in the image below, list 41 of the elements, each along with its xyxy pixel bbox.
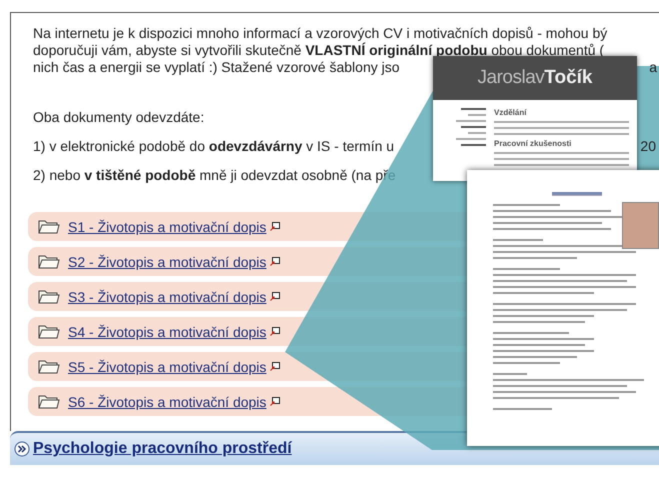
folder-icon (38, 253, 60, 270)
folder-icon (38, 218, 60, 235)
text-line (493, 362, 560, 364)
cv-name: JaroslavTočík (478, 67, 592, 89)
text-line (493, 408, 552, 410)
folder-icon (38, 323, 60, 340)
photo-placeholder (622, 202, 659, 249)
external-link-icon (270, 397, 280, 406)
text-line (493, 239, 544, 241)
text-line (456, 138, 486, 140)
folder-icon (38, 288, 60, 305)
text-line (461, 144, 486, 146)
text-line (456, 120, 486, 122)
folder-icon (38, 393, 60, 410)
text-line (493, 268, 560, 270)
text-line (468, 114, 486, 116)
folder-link[interactable]: S5 - Životopis a motivační dopis (68, 358, 266, 374)
external-link-icon (270, 257, 280, 266)
text-fragment: 20 (640, 138, 656, 155)
external-link-icon (270, 292, 280, 301)
instructions-heading: Oba dokumenty odevzdáte: (33, 109, 204, 126)
cv-section-title: Vzdělání (494, 108, 528, 117)
text-line (493, 373, 527, 375)
folder-link[interactable]: S6 - Životopis a motivační dopis (68, 394, 266, 410)
expand-icon (14, 441, 30, 457)
paragraph-line: nich čas a energii se vyplatí :) Stažené vzorové šablony jso (33, 59, 400, 76)
folder-icon (38, 358, 60, 375)
text-line (461, 126, 486, 128)
folder-link[interactable]: S2 - Životopis a motivační dopis (68, 254, 266, 270)
text-line (468, 132, 486, 134)
text-line (493, 204, 560, 206)
external-link-icon (270, 362, 280, 371)
instruction-text: 1) v elektronické podobě do odevzdávárny v IS - termín u (33, 138, 394, 154)
external-link-icon (270, 327, 280, 336)
cv-section-title: Pracovní zkušenosti (494, 139, 572, 148)
folder-link[interactable]: S3 - Životopis a motivační dopis (68, 288, 266, 304)
folder-link[interactable]: S1 - Životopis a motivační dopis (68, 218, 266, 234)
paragraph-line: Na internetu je k dispozici mnoho informací a vzorových CV i motivačních dopisů - mohou bý (33, 25, 608, 42)
text-line (461, 108, 486, 110)
external-link-icon (270, 222, 280, 231)
folder-link[interactable]: S4 - Životopis a motivační dopis (68, 324, 266, 340)
